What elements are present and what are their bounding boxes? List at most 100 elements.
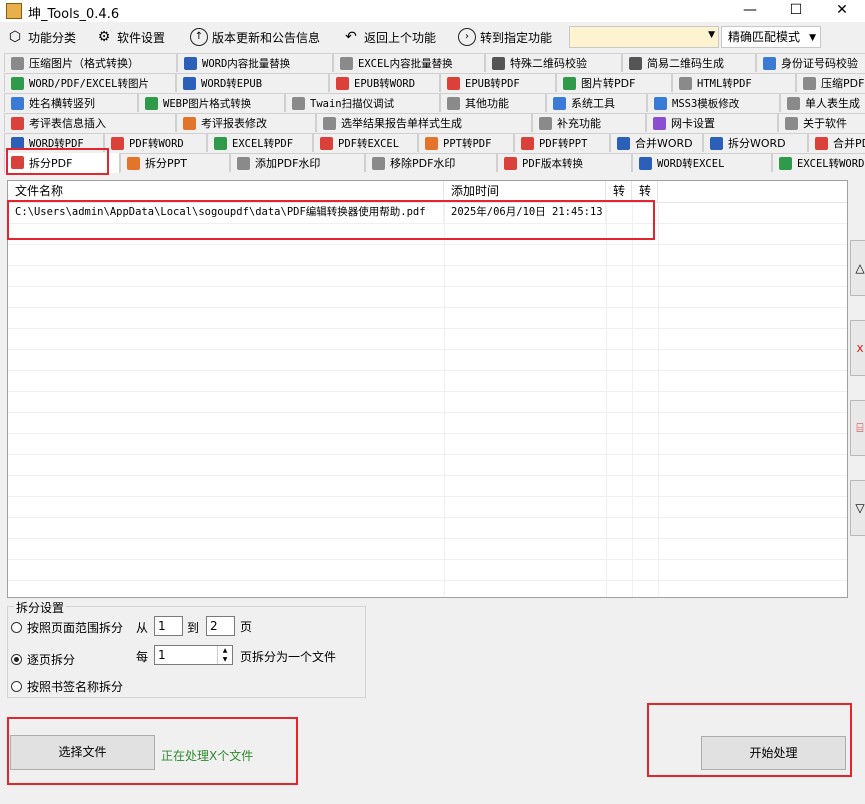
column-header-convert[interactable]: 转 [632, 181, 658, 202]
function-search-combo[interactable]: ▼ [569, 26, 719, 48]
empty-row [8, 580, 847, 597]
tab-function[interactable]: EXCEL转PDF [207, 133, 313, 152]
tab-function[interactable]: 系统工具 [546, 93, 647, 112]
radio-split-by-bookmark[interactable]: 按照书签名称拆分 [11, 678, 123, 695]
spin-arrows-icon[interactable]: ▲ ▼ [217, 646, 232, 664]
tab-row: 姓名横转竖列 WEBP图片格式转换 Twain扫描仪调试 其他功能 系统工具 MSS3模板… [0, 93, 865, 113]
tab-label: 其他功能 [465, 97, 509, 110]
tab-function[interactable]: 关于软件 [778, 113, 865, 132]
tab-function[interactable]: 考评报表修改 [176, 113, 316, 132]
tab-label: HTML转PDF [697, 77, 752, 90]
radio-split-by-range[interactable]: 按照页面范围拆分 [11, 619, 123, 636]
each-suffix-label: 页拆分为一个文件 [240, 650, 337, 664]
tab-function[interactable]: 压缩PDF [796, 73, 865, 92]
tab-function[interactable]: 补充功能 [532, 113, 646, 132]
settings-button[interactable]: ⚙ 软件设置 [95, 26, 165, 48]
page-label: 页 [240, 620, 253, 634]
tab-label: 图片转PDF [581, 77, 636, 90]
tab-function[interactable]: HTML转PDF [672, 73, 796, 92]
tab-row: WORD转PDF PDF转WORD EXCEL转PDF PDF转EXCEL PPT转PD… [0, 133, 865, 153]
tab-function[interactable]: 合并PDF [808, 133, 865, 152]
qr-file-icon [492, 56, 505, 70]
tab-function[interactable]: PDF转EXCEL [313, 133, 418, 152]
green-file-icon [779, 156, 792, 170]
column-divider [658, 202, 659, 597]
tab-function[interactable]: WORD内容批量替换 [177, 53, 333, 72]
move-up-button[interactable]: △ [850, 240, 865, 296]
tab-function[interactable]: PDF转WORD [104, 133, 207, 152]
tab-function[interactable]: 拆分WORD [703, 133, 808, 152]
cube-icon: ⬡ [8, 29, 22, 45]
highlight-box [647, 703, 852, 777]
tab-function[interactable]: 压缩图片（格式转换） [4, 53, 177, 72]
blue-file-icon [11, 96, 24, 110]
tab-function[interactable]: 简易二维码生成 [622, 53, 756, 72]
tab-function[interactable]: MSS3模板修改 [647, 93, 780, 112]
tab-function[interactable]: PPT转PDF [418, 133, 514, 152]
to-page-input[interactable]: 2 [206, 616, 235, 636]
tab-function[interactable]: WORD/PDF/EXCEL转图片 [4, 73, 176, 92]
tab-function[interactable]: 姓名横转竖列 [4, 93, 138, 112]
tab-function[interactable]: 移除PDF水印 [365, 153, 497, 172]
tab-label: PDF转WORD [129, 137, 184, 150]
tab-function[interactable]: PDF版本转换 [497, 153, 632, 172]
chevron-down-icon: ▼ [708, 30, 715, 40]
tab-function[interactable]: 其他功能 [440, 93, 546, 112]
goto-button[interactable]: › 转到指定功能 [458, 26, 552, 48]
maximize-button[interactable]: ☐ [773, 0, 819, 22]
tab-function[interactable]: Twain扫描仪调试 [285, 93, 440, 112]
tab-label: 合并WORD [635, 137, 693, 150]
tab-label: 简易二维码生成 [647, 57, 724, 70]
categories-button[interactable]: ⬡ 功能分类 [6, 26, 76, 48]
match-mode-select[interactable]: 精确匹配模式 ▼ [721, 26, 821, 48]
move-down-button[interactable]: ▽ [850, 480, 865, 536]
title-bar: 坤_Tools_0.4.6 — ☐ ✕ [0, 0, 865, 22]
arrow-right-circle-icon: › [458, 28, 476, 46]
gray-file-icon [372, 156, 385, 170]
tab-function[interactable]: PDF转PPT [514, 133, 610, 152]
tab-function[interactable]: WORD转EPUB [176, 73, 329, 92]
blue-file-icon [763, 56, 776, 70]
from-page-input[interactable]: 1 [154, 616, 183, 636]
tab-function[interactable]: EXCEL转WORD [772, 153, 865, 172]
tab-function[interactable]: WEBP图片格式转换 [138, 93, 285, 112]
radio-dot [11, 681, 22, 692]
delete-button[interactable]: x [850, 320, 865, 376]
column-header-convert[interactable]: 转 [606, 181, 632, 202]
radio-dot-selected [11, 654, 22, 665]
tab-label: PPT转PDF [443, 137, 492, 150]
gray-file-icon [292, 96, 305, 110]
tab-function[interactable]: 合并WORD [610, 133, 703, 152]
tab-function[interactable]: 单人表生成 [780, 93, 865, 112]
tab-function[interactable]: 身份证号码校验 [756, 53, 865, 72]
tab-function[interactable]: EPUB转PDF [440, 73, 556, 92]
updates-button[interactable]: ↑ 版本更新和公告信息 [190, 26, 320, 48]
clear-button[interactable]: ⌸ [850, 400, 865, 456]
back-button[interactable]: ↶ 返回上个功能 [342, 26, 436, 48]
file-list[interactable]: 文件名称 添加时间 转 转 C:\Users\admin\AppData\Loc… [7, 180, 848, 598]
tab-label: 网卡设置 [671, 117, 715, 130]
gray-file-icon [447, 96, 460, 110]
tab-function[interactable]: 添加PDF水印 [230, 153, 365, 172]
word-file-icon [639, 156, 652, 170]
pages-per-file-value: 1 [158, 648, 166, 662]
radio-split-each-page[interactable]: 逐页拆分 [11, 651, 75, 668]
tab-function[interactable]: 特殊二维码校验 [485, 53, 622, 72]
tab-function[interactable]: EXCEL内容批量替换 [333, 53, 485, 72]
tab-function[interactable]: 网卡设置 [646, 113, 778, 132]
empty-row [8, 517, 847, 539]
column-header-time[interactable]: 添加时间 [444, 181, 606, 202]
tab-function[interactable]: 图片转PDF [556, 73, 672, 92]
minimize-button[interactable]: — [727, 0, 773, 22]
word-file-icon [617, 136, 630, 150]
highlight-box [7, 717, 298, 785]
close-button[interactable]: ✕ [819, 0, 865, 22]
tab-function[interactable]: 选举结果报告单样式生成 [316, 113, 532, 132]
tab-function[interactable]: 拆分PPT [120, 153, 230, 172]
pages-per-file-stepper[interactable]: 1 ▲ ▼ [154, 645, 233, 665]
tab-function[interactable]: WORD转EXCEL [632, 153, 772, 172]
tab-label: 单人表生成 [805, 97, 860, 110]
column-header-filename[interactable]: 文件名称 [8, 181, 444, 202]
tab-function[interactable]: EPUB转WORD [329, 73, 440, 92]
tab-function[interactable]: 考评表信息插入 [4, 113, 176, 132]
